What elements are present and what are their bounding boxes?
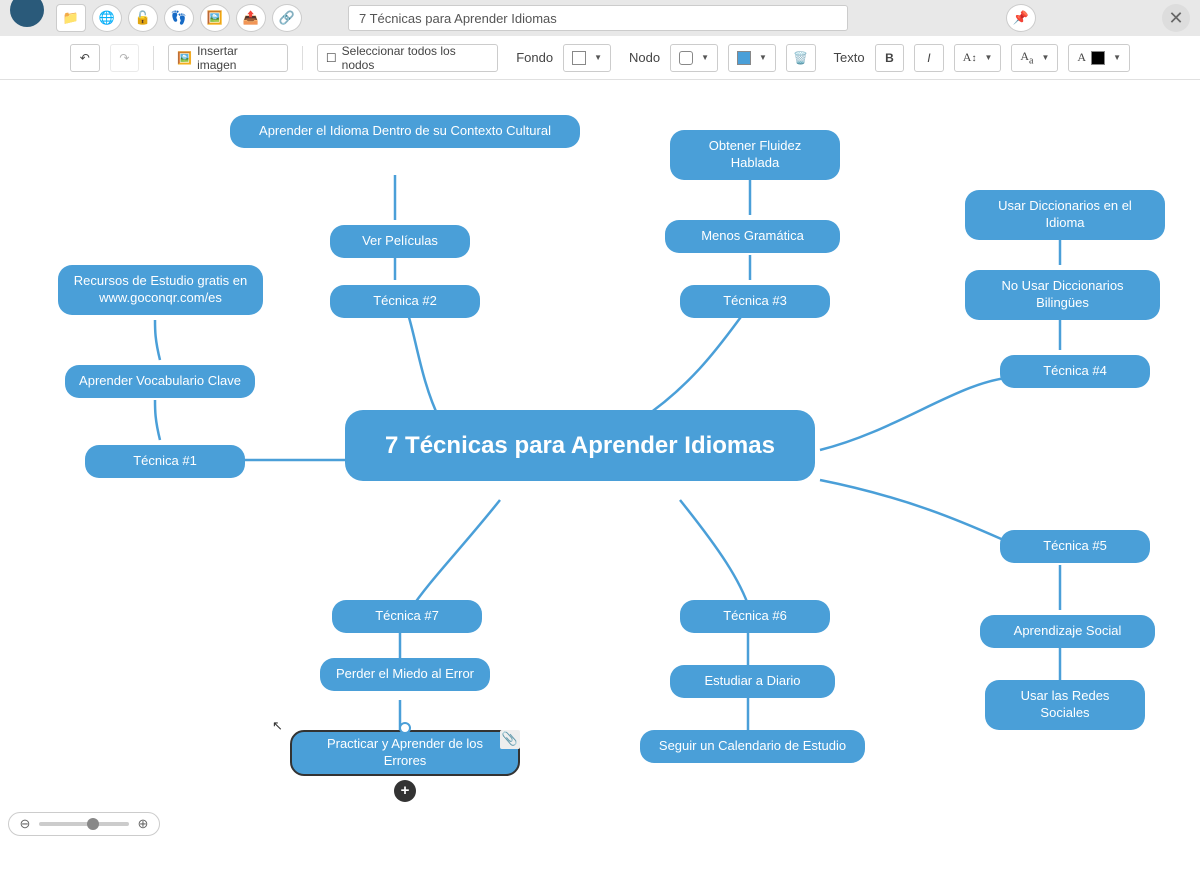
resize-handle-icon[interactable]: ↖ <box>272 718 283 735</box>
node-t5-child-1[interactable]: Aprendizaje Social <box>980 615 1155 648</box>
node-t7-child-1[interactable]: Perder el Miedo al Error <box>320 658 490 691</box>
undo-button[interactable]: ↶ <box>70 44 100 72</box>
node-t5-child-2[interactable]: Usar las Redes Sociales <box>985 680 1145 730</box>
node-t3-child-1[interactable]: Menos Gramática <box>665 220 840 253</box>
zoom-in-icon[interactable]: ⊕ <box>135 816 151 832</box>
redo-button[interactable]: ↷ <box>110 44 140 72</box>
text-color-picker[interactable]: A▼ <box>1068 44 1130 72</box>
insert-image-button[interactable]: 🖼️Insertar imagen <box>168 44 288 72</box>
node-tecnica-6[interactable]: Técnica #6 <box>680 600 830 633</box>
node-t2-child-2[interactable]: Aprender el Idioma Dentro de su Contexto… <box>230 115 580 148</box>
toolbar: ↶ ↷ 🖼️Insertar imagen ☐Seleccionar todos… <box>0 36 1200 80</box>
node-tecnica-7[interactable]: Técnica #7 <box>332 600 482 633</box>
node-tecnica-4[interactable]: Técnica #4 <box>1000 355 1150 388</box>
node-tecnica-2[interactable]: Técnica #2 <box>330 285 480 318</box>
mindmap-canvas[interactable]: 7 Técnicas para Aprender Idiomas Técnica… <box>0 80 1200 840</box>
node-tecnica-5[interactable]: Técnica #5 <box>1000 530 1150 563</box>
pin-icon[interactable]: 📌 <box>1006 4 1036 32</box>
font-family-picker[interactable]: Aa▼ <box>1011 44 1058 72</box>
italic-button[interactable]: I <box>914 44 944 72</box>
connector-handle[interactable] <box>399 722 411 734</box>
node-t6-child-1[interactable]: Estudiar a Diario <box>670 665 835 698</box>
insert-image-label: Insertar imagen <box>197 44 279 72</box>
node-t7-child-2-text: Practicar y Aprender de los Errores <box>306 736 504 770</box>
node-border-picker[interactable]: ▼ <box>670 44 718 72</box>
folder-open-icon[interactable]: 📁 <box>56 4 86 32</box>
text-label: Texto <box>834 50 865 65</box>
footprint-icon[interactable]: 👣 <box>164 4 194 32</box>
background-color-picker[interactable]: ▼ <box>563 44 611 72</box>
node-label: Nodo <box>629 50 660 65</box>
delete-button[interactable]: 🗑️ <box>786 44 816 72</box>
image-icon[interactable]: 🖼️ <box>200 4 230 32</box>
font-size-picker[interactable]: A↕▼ <box>954 44 1002 72</box>
bold-button[interactable]: B <box>875 44 905 72</box>
node-fill-picker[interactable]: ▼ <box>728 44 776 72</box>
node-t4-child-1[interactable]: No Usar Diccionarios Bilingües <box>965 270 1160 320</box>
zoom-slider[interactable] <box>39 822 129 826</box>
background-label: Fondo <box>516 50 553 65</box>
zoom-out-icon[interactable]: ⊖ <box>17 816 33 832</box>
central-node[interactable]: 7 Técnicas para Aprender Idiomas <box>345 410 815 481</box>
add-child-button[interactable]: + <box>394 780 416 802</box>
unlock-icon[interactable]: 🔓 <box>128 4 158 32</box>
export-icon[interactable]: 📤 <box>236 4 266 32</box>
node-tecnica-1[interactable]: Técnica #1 <box>85 445 245 478</box>
globe-icon[interactable]: 🌐 <box>92 4 122 32</box>
title-input[interactable] <box>348 5 848 31</box>
node-t2-child-1[interactable]: Ver Películas <box>330 225 470 258</box>
node-t1-child-2[interactable]: Recursos de Estudio gratis en www.goconq… <box>58 265 263 315</box>
node-tecnica-3[interactable]: Técnica #3 <box>680 285 830 318</box>
select-all-label: Seleccionar todos los nodos <box>342 44 490 72</box>
zoom-control[interactable]: ⊖ ⊕ <box>8 812 160 836</box>
attachment-icon[interactable]: 📎 <box>500 730 520 749</box>
node-t4-child-2[interactable]: Usar Diccionarios en el Idioma <box>965 190 1165 240</box>
node-t3-child-2[interactable]: Obtener Fluidez Hablada <box>670 130 840 180</box>
select-all-button[interactable]: ☐Seleccionar todos los nodos <box>317 44 498 72</box>
close-icon[interactable]: ✕ <box>1162 4 1190 32</box>
link-icon[interactable]: 🔗 <box>272 4 302 32</box>
node-t7-child-2-selected[interactable]: ↖ Practicar y Aprender de los Errores 📎 … <box>290 730 520 776</box>
node-t6-child-2[interactable]: Seguir un Calendario de Estudio <box>640 730 865 763</box>
topbar: 📁 🌐 🔓 👣 🖼️ 📤 🔗 📌 ✕ <box>0 0 1200 36</box>
zoom-thumb[interactable] <box>87 818 99 830</box>
node-t1-child-1[interactable]: Aprender Vocabulario Clave <box>65 365 255 398</box>
avatar[interactable] <box>10 0 44 27</box>
